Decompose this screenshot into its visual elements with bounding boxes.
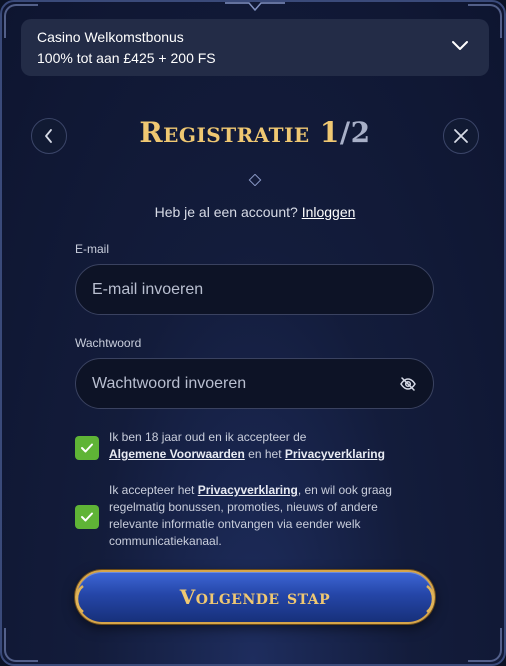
- next-step-button[interactable]: Volgende stap: [75, 570, 435, 624]
- welcome-bonus-selector[interactable]: Casino Welkomstbonus 100% tot aan £425 +…: [21, 19, 489, 76]
- consent-age-text: Ik ben 18 jaar oud en ik accepteer de: [109, 430, 307, 444]
- frame-corner-ornament: [468, 628, 502, 662]
- email-field-wrapper: [75, 264, 434, 315]
- title-step-total: 2: [350, 116, 371, 149]
- age-terms-checkbox[interactable]: [75, 436, 99, 460]
- button-ornament-icon: [75, 585, 84, 613]
- password-field[interactable]: [92, 374, 399, 393]
- bonus-title: Casino Welkomstbonus: [37, 29, 184, 45]
- password-label: Wachtwoord: [75, 336, 142, 350]
- consent-age-mid-text: en het: [248, 447, 282, 461]
- login-link[interactable]: Inloggen: [302, 204, 356, 220]
- login-prompt: Heb je al een account? Inloggen: [2, 204, 504, 220]
- terms-link[interactable]: Algemene Voorwaarden: [109, 447, 245, 461]
- bonus-amount: 100% tot aan £425 + 200 FS: [37, 50, 216, 66]
- email-field[interactable]: [92, 280, 417, 299]
- login-prompt-text: Heb je al een account?: [154, 204, 298, 220]
- checkmark-icon: [81, 443, 93, 453]
- divider-ornament-icon: [85, 174, 425, 186]
- title-main: Registratie 1: [139, 116, 340, 149]
- eye-off-icon[interactable]: [399, 375, 417, 393]
- age-terms-label: Ik ben 18 jaar oud en ik accepteer de Al…: [109, 429, 419, 463]
- page-title: Registratie 1/2: [2, 116, 504, 149]
- next-step-label: Volgende stap: [179, 585, 331, 609]
- checkmark-icon: [81, 512, 93, 522]
- marketing-consent-label: Ik accepteer het Privacyverklaring, en w…: [109, 482, 419, 550]
- marketing-consent-checkbox[interactable]: [75, 505, 99, 529]
- button-ornament-icon: [426, 585, 435, 613]
- privacy-link[interactable]: Privacyverklaring: [285, 447, 385, 461]
- top-ornament-icon: [225, 2, 285, 12]
- password-field-wrapper: [75, 358, 434, 409]
- consent-marketing-text: Ik accepteer het: [109, 483, 195, 497]
- privacy-link[interactable]: Privacyverklaring: [198, 483, 298, 497]
- email-label: E-mail: [75, 242, 110, 256]
- registration-modal: Casino Welkomstbonus 100% tot aan £425 +…: [0, 0, 506, 666]
- frame-corner-ornament: [4, 628, 38, 662]
- chevron-down-icon: [452, 41, 468, 50]
- title-separator: /: [339, 116, 351, 149]
